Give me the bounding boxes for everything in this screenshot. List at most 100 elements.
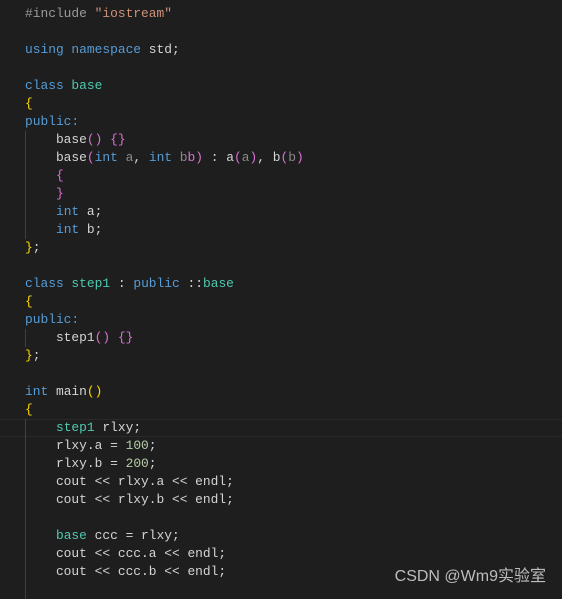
code-token: base bbox=[55, 528, 87, 543]
indent-guide bbox=[25, 419, 26, 437]
code-token: : a bbox=[203, 150, 234, 165]
code-line[interactable]: }; bbox=[0, 347, 562, 365]
code-line[interactable]: class step1 : public ::base bbox=[0, 275, 562, 293]
code-token: int bbox=[55, 204, 87, 219]
indent-guide bbox=[25, 203, 26, 221]
code-line[interactable]: base(int a, int bb) : a(a), b(b) bbox=[0, 149, 562, 167]
code-line[interactable]: int b; bbox=[0, 221, 562, 239]
code-token: rlxy; bbox=[94, 420, 142, 435]
code-line[interactable]: cout << ccc.a << endl; bbox=[0, 545, 562, 563]
code-line[interactable]: #include "iostream" bbox=[0, 5, 562, 23]
code-line[interactable]: { bbox=[0, 293, 562, 311]
code-token: 100 bbox=[125, 438, 149, 453]
code-token: { bbox=[25, 294, 33, 309]
code-token: } bbox=[25, 348, 33, 363]
code-line[interactable]: rlxy.b = 200; bbox=[0, 455, 562, 473]
code-token: namespace bbox=[71, 42, 149, 57]
code-line-current[interactable]: step1 rlxy; bbox=[0, 419, 562, 437]
code-token: { bbox=[25, 96, 33, 111]
code-line[interactable]: public: bbox=[0, 311, 562, 329]
code-token: cout << ccc.a << endl; bbox=[25, 546, 227, 561]
code-token: main bbox=[55, 384, 87, 399]
code-token: cout << rlxy.b << endl; bbox=[25, 492, 234, 507]
code-line[interactable] bbox=[0, 257, 562, 275]
code-token: public: bbox=[25, 312, 80, 327]
code-line[interactable]: base ccc = rlxy; bbox=[0, 527, 562, 545]
indent-guide bbox=[25, 509, 26, 527]
code-line[interactable]: base() {} bbox=[0, 131, 562, 149]
code-line[interactable]: step1() {} bbox=[0, 329, 562, 347]
indent-guide bbox=[25, 563, 26, 581]
code-token: , bbox=[133, 150, 149, 165]
code-token: } bbox=[55, 186, 64, 201]
code-token: rlxy.a = bbox=[25, 438, 126, 453]
indent-guide bbox=[25, 455, 26, 473]
code-line[interactable]: class base bbox=[0, 77, 562, 95]
code-token: { bbox=[25, 402, 33, 417]
code-editor[interactable]: #include "iostream" using namespace std; c… bbox=[0, 0, 562, 599]
code-token: 200 bbox=[125, 456, 149, 471]
code-line[interactable] bbox=[0, 365, 562, 383]
code-line[interactable]: { bbox=[0, 167, 562, 185]
code-line[interactable] bbox=[0, 509, 562, 527]
code-token: ; bbox=[32, 348, 41, 363]
indent-guide bbox=[25, 581, 26, 599]
code-token: () bbox=[86, 384, 103, 399]
code-line[interactable]: { bbox=[0, 401, 562, 419]
code-line[interactable]: public: bbox=[0, 113, 562, 131]
code-line[interactable] bbox=[0, 23, 562, 41]
watermark: CSDN @Wm9实验室 bbox=[394, 568, 546, 585]
code-line[interactable]: { bbox=[0, 95, 562, 113]
code-token: {} bbox=[110, 132, 126, 147]
code-line[interactable]: cout << rlxy.b << endl; bbox=[0, 491, 562, 509]
indent-guide bbox=[25, 167, 26, 185]
code-line[interactable] bbox=[0, 59, 562, 77]
code-line[interactable]: rlxy.a = 100; bbox=[0, 437, 562, 455]
code-token: cout << ccc.b << endl; bbox=[25, 564, 227, 579]
code-token: , b bbox=[257, 150, 281, 165]
code-token: base bbox=[25, 132, 87, 147]
code-token: class bbox=[25, 276, 72, 291]
code-token: () bbox=[94, 330, 111, 345]
code-token: std; bbox=[148, 42, 180, 57]
code-token: int bbox=[94, 150, 126, 165]
code-token: ccc = rlxy; bbox=[86, 528, 180, 543]
code-token: cout << rlxy.a << endl; bbox=[25, 474, 234, 489]
indent-guide bbox=[25, 473, 26, 491]
code-token: : bbox=[110, 276, 134, 291]
code-token: b; bbox=[86, 222, 103, 237]
code-token: "iostream" bbox=[94, 6, 172, 21]
code-token: step1 bbox=[71, 276, 111, 291]
code-token: base bbox=[25, 150, 87, 165]
code-token: using bbox=[25, 42, 72, 57]
code-token: class bbox=[25, 78, 72, 93]
code-line[interactable]: using namespace std; bbox=[0, 41, 562, 59]
code-token: {} bbox=[117, 330, 134, 345]
code-line[interactable]: cout << rlxy.a << endl; bbox=[0, 473, 562, 491]
code-token: base bbox=[202, 276, 234, 291]
code-line[interactable]: }; bbox=[0, 239, 562, 257]
code-line[interactable]: int main() bbox=[0, 383, 562, 401]
code-token: ; bbox=[32, 240, 41, 255]
code-token: public bbox=[133, 276, 188, 291]
code-token: int bbox=[55, 222, 87, 237]
code-line[interactable]: } bbox=[0, 185, 562, 203]
code-token: { bbox=[55, 168, 64, 183]
code-line[interactable]: int a; bbox=[0, 203, 562, 221]
code-token: } bbox=[25, 240, 33, 255]
code-token: #include bbox=[25, 6, 95, 21]
indent-guide bbox=[25, 131, 26, 149]
code-token: ( bbox=[233, 150, 242, 165]
indent-guide bbox=[25, 329, 26, 347]
code-token: ( bbox=[86, 150, 95, 165]
indent-guide bbox=[25, 221, 26, 239]
